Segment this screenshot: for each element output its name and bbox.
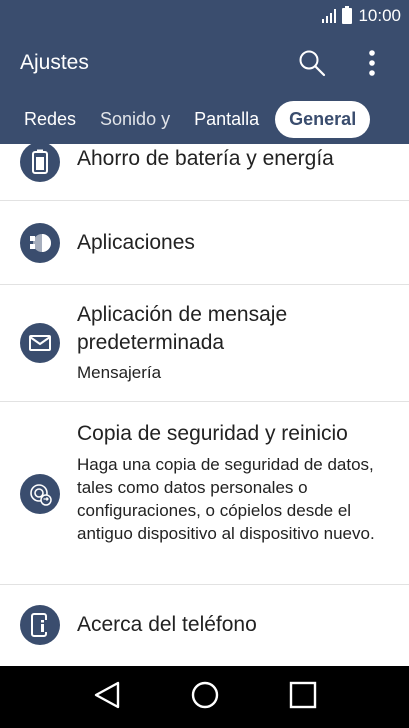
settings-item-subtitle: Mensajería [77,363,162,382]
recents-button[interactable] [289,681,317,714]
app-bar: Ajustes [0,32,409,94]
settings-item-default-message-app[interactable]: Aplicación de mensaje predeterminada Men… [0,285,409,402]
back-icon [94,681,119,708]
settings-item-title: Aplicación de mensaje predeterminada [77,303,288,354]
settings-item-backup-reset[interactable]: Copia de seguridad y reinicio Haga una c… [0,402,409,585]
status-time: 10:00 [358,6,401,25]
settings-item-title: Copia de seguridad y reinicio [77,422,348,445]
status-bar: 10:00 [0,0,409,32]
search-icon [299,50,326,77]
settings-item-about-phone[interactable]: Acerca del teléfono [0,585,409,666]
battery-icon [342,6,353,24]
settings-item-battery[interactable]: Ahorro de batería y energía [0,144,409,201]
search-button[interactable] [297,48,327,78]
apps-icon [20,223,60,263]
more-vert-icon [369,50,375,76]
signal-icon [322,9,337,23]
phone-info-icon [20,605,60,645]
more-options-button[interactable] [357,48,387,78]
back-button[interactable] [93,680,121,715]
navigation-bar [0,666,409,728]
home-button[interactable] [190,680,220,715]
tab-pantalla[interactable]: Pantalla [182,109,271,130]
settings-item-title: Ahorro de batería y energía [77,147,334,170]
tab-general[interactable]: General [275,100,371,138]
tab-bar: Redes Sonido y Pantalla General [0,94,409,144]
backup-icon [20,474,60,514]
app-title: Ajustes [20,51,89,74]
message-icon [20,323,60,363]
settings-item-title: Aplicaciones [77,231,195,254]
recents-icon [289,681,316,708]
battery-saver-icon [20,144,60,182]
tab-sonido[interactable]: Sonido y [88,109,182,130]
settings-item-apps[interactable]: Aplicaciones [0,201,409,285]
settings-item-title: Acerca del teléfono [77,613,257,636]
settings-list: Ahorro de batería y energía Aplicaciones… [0,144,409,666]
home-icon [191,681,218,708]
tab-redes[interactable]: Redes [12,109,88,130]
settings-item-subtitle: Haga una copia de seguridad de datos, ta… [77,455,375,543]
